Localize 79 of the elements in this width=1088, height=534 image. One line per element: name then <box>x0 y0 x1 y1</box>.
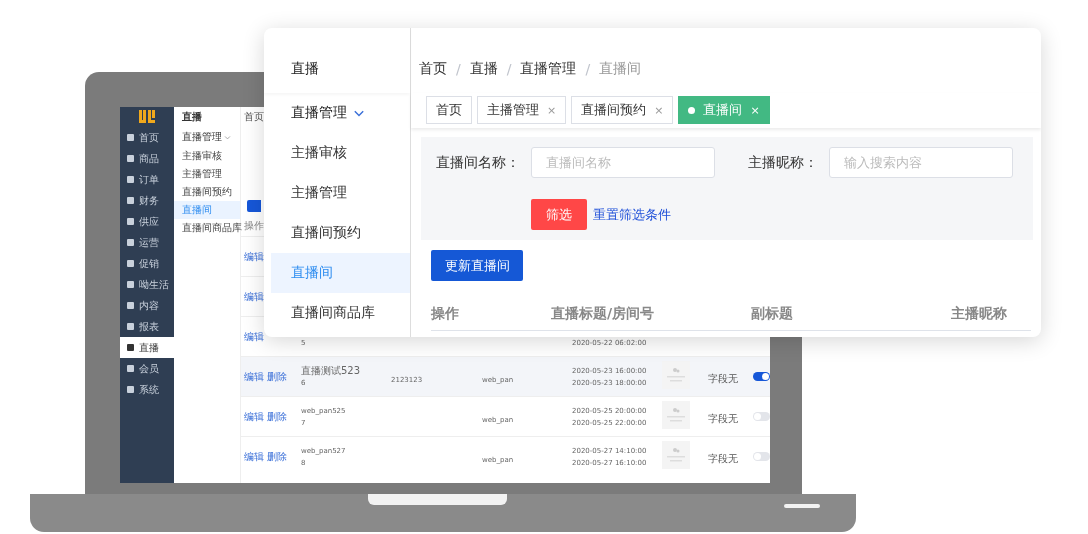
menu-item[interactable]: 主播管理 <box>271 173 410 213</box>
sidebar-item[interactable]: 呦生活 <box>120 274 174 295</box>
column-header: 操作 <box>244 219 264 233</box>
sidebar-item[interactable]: 直播 <box>120 337 174 358</box>
toggle-switch[interactable] <box>753 412 770 421</box>
action-link[interactable]: 编辑 <box>244 329 264 344</box>
menu-group[interactable]: 直播管理 <box>264 93 410 133</box>
action-link[interactable]: 删除 <box>267 409 287 424</box>
sidebar-item[interactable]: 商品 <box>120 148 174 169</box>
breadcrumb-item[interactable]: 首页 <box>419 59 447 78</box>
sidebar-item[interactable]: 系统 <box>120 379 174 400</box>
breadcrumb-item[interactable]: 直播 <box>469 59 498 78</box>
sidebar-item[interactable]: 运营 <box>120 232 174 253</box>
column-header: 直播标题/房间号 <box>551 305 656 323</box>
logo-icon <box>139 110 155 124</box>
action-link[interactable]: 编辑 <box>244 249 264 264</box>
breadcrumb-item: 直播间 <box>599 59 642 78</box>
column-header: 操作 <box>431 305 460 323</box>
submenu-item[interactable]: 直播间预约 <box>174 183 240 201</box>
tab[interactable]: 首页 <box>426 96 472 124</box>
submenu-title: 直播 <box>182 110 202 124</box>
sidebar-item[interactable]: 订单 <box>120 169 174 190</box>
submenu-group[interactable]: 直播管理 <box>174 127 240 147</box>
square-icon <box>127 176 134 183</box>
menu-title: 直播 <box>291 59 319 78</box>
square-icon <box>127 134 134 141</box>
menu-item[interactable]: 主播审核 <box>271 133 410 173</box>
square-icon <box>127 302 134 309</box>
action-link[interactable]: 编辑 <box>244 369 264 384</box>
tab[interactable]: 主播管理 × <box>477 96 567 124</box>
toggle-switch[interactable] <box>753 372 770 381</box>
square-icon <box>127 197 134 204</box>
square-icon <box>127 344 134 351</box>
column-header: 主播昵称 <box>951 305 1008 323</box>
sidebar-item[interactable]: 促销 <box>120 253 174 274</box>
submenu-item[interactable]: 直播间商品库 <box>174 219 240 237</box>
sidebar-item[interactable]: 首页 <box>120 127 174 148</box>
action-link[interactable]: 编辑 <box>244 409 264 424</box>
square-icon <box>127 155 134 162</box>
breadcrumb-separator: / <box>585 60 591 77</box>
field-label: 主播昵称： <box>748 153 819 172</box>
active-dot-icon <box>688 106 696 114</box>
breadcrumb-item[interactable]: 首页 <box>244 110 264 124</box>
input-field[interactable]: 输入搜索内容 <box>829 147 1013 178</box>
action-link[interactable]: 删除 <box>267 449 287 464</box>
square-icon <box>127 239 134 246</box>
tab[interactable]: 直播间预约 × <box>571 96 674 124</box>
reset-link[interactable]: 重置筛选条件 <box>593 205 671 224</box>
update-button[interactable]: 更新直播间 <box>431 250 523 281</box>
sidebar-item[interactable]: 财务 <box>120 190 174 211</box>
action-link[interactable]: 编辑 <box>244 289 264 304</box>
submenu-item[interactable]: 主播管理 <box>174 165 240 183</box>
toggle-switch[interactable] <box>753 452 770 461</box>
breadcrumb-separator: / <box>506 60 512 77</box>
table-cell-text: 直播测试523 <box>301 364 362 377</box>
square-icon <box>127 281 134 288</box>
menu-item[interactable]: 直播间商品库 <box>271 293 410 333</box>
sidebar-item[interactable]: 供应 <box>120 211 174 232</box>
square-icon <box>127 386 134 393</box>
submenu-item[interactable]: 主播审核 <box>174 147 240 165</box>
field-label: 直播间名称： <box>436 153 521 172</box>
input-field[interactable]: 直播间名称 <box>531 147 715 178</box>
table-cell: 字段无 <box>708 453 738 464</box>
menu-item[interactable]: 直播间预约 <box>271 213 410 253</box>
sidebar-item[interactable]: 会员 <box>120 358 174 379</box>
square-icon <box>127 260 134 267</box>
sidebar-item[interactable]: 内容 <box>120 295 174 316</box>
breadcrumb-separator: / <box>456 60 461 77</box>
column-header: 副标题 <box>751 305 794 323</box>
square-icon <box>127 323 134 330</box>
square-icon <box>127 218 134 225</box>
sidebar-item[interactable]: 报表 <box>120 316 174 337</box>
update-button[interactable] <box>247 200 261 212</box>
table-cell: 字段无 <box>708 413 738 424</box>
action-link[interactable]: 编辑 <box>244 449 264 464</box>
action-link[interactable]: 删除 <box>267 369 287 384</box>
table-cell: 字段无 <box>708 373 738 384</box>
square-icon <box>127 365 134 372</box>
breadcrumb-item[interactable]: 直播管理 <box>520 59 577 78</box>
